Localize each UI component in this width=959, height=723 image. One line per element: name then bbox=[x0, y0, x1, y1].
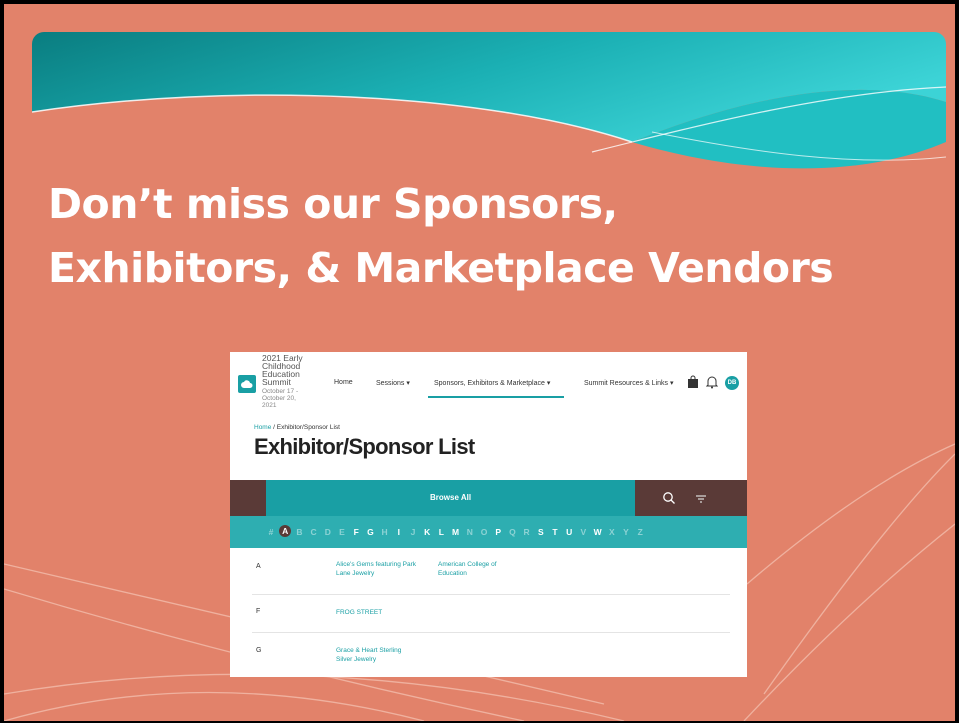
alphabet-letter-u[interactable]: U bbox=[564, 527, 574, 537]
list-item-link[interactable]: Alice's Gems featuring Park Lane Jewelry bbox=[336, 560, 416, 578]
slide: Don’t miss our Sponsors, Exhibitors, & M… bbox=[4, 4, 955, 721]
header-banner bbox=[32, 32, 946, 169]
headline-line-2: Exhibitors, & Marketplace Vendors bbox=[48, 244, 834, 292]
nav-home[interactable]: Home bbox=[334, 379, 353, 386]
browse-bar: Browse All bbox=[230, 480, 747, 516]
nav-sessions[interactable]: Sessions ▾ bbox=[376, 379, 410, 387]
list-item-link[interactable]: FROG STREET bbox=[336, 608, 426, 617]
alphabet-letter-c[interactable]: C bbox=[309, 527, 319, 537]
group-letter: G bbox=[256, 647, 262, 654]
alphabet-letter-s[interactable]: S bbox=[536, 527, 546, 537]
nav-active-indicator bbox=[428, 396, 564, 398]
alphabet-letter-v[interactable]: V bbox=[578, 527, 588, 537]
alphabet-letter-q[interactable]: Q bbox=[507, 527, 517, 537]
slide-headline: Don’t miss our Sponsors, Exhibitors, & M… bbox=[48, 172, 938, 300]
alphabet-letter-e[interactable]: E bbox=[337, 527, 347, 537]
breadcrumb-current: Exhibitor/Sponsor List bbox=[276, 424, 340, 431]
site-logo[interactable] bbox=[238, 375, 256, 393]
list-item-link[interactable]: Grace & Heart Sterling Silver Jewelry bbox=[336, 646, 416, 664]
alphabet-letter-b[interactable]: B bbox=[294, 527, 304, 537]
site-top-nav: 2021 Early Childhood Education Summit Oc… bbox=[230, 352, 747, 412]
alphabet-letter-t[interactable]: T bbox=[550, 527, 560, 537]
nav-resources[interactable]: Summit Resources & Links ▾ bbox=[584, 379, 674, 387]
alphabet-letter-x[interactable]: X bbox=[607, 527, 617, 537]
alphabet-letter-g[interactable]: G bbox=[365, 527, 375, 537]
list-group-a: A Alice's Gems featuring Park Lane Jewel… bbox=[252, 548, 730, 595]
breadcrumb: Home / Exhibitor/Sponsor List bbox=[254, 424, 340, 431]
alphabet-letter-o[interactable]: O bbox=[479, 527, 489, 537]
alphabet-letter-i[interactable]: I bbox=[394, 527, 404, 537]
breadcrumb-home[interactable]: Home bbox=[254, 424, 271, 431]
browse-all-tab[interactable]: Browse All bbox=[430, 493, 471, 502]
alphabet-letter-l[interactable]: L bbox=[436, 527, 446, 537]
alphabet-letter-n[interactable]: N bbox=[465, 527, 475, 537]
list-group-g: G Grace & Heart Sterling Silver Jewelry bbox=[252, 632, 730, 677]
browse-bar-left-block bbox=[230, 480, 266, 516]
event-dates: October 17 - October 20, 2021 bbox=[262, 388, 299, 409]
cloud-icon bbox=[241, 380, 253, 388]
alphabet-letter-hash[interactable]: # bbox=[266, 527, 276, 537]
alphabet-letter-d[interactable]: D bbox=[323, 527, 333, 537]
list-group-f: F FROG STREET bbox=[252, 594, 730, 633]
alphabet-letter-k[interactable]: K bbox=[422, 527, 432, 537]
alphabet-letter-h[interactable]: H bbox=[380, 527, 390, 537]
alphabet-letter-p[interactable]: P bbox=[493, 527, 503, 537]
alphabet-letter-w[interactable]: W bbox=[593, 527, 603, 537]
headline-line-1: Don’t miss our Sponsors, bbox=[48, 180, 618, 228]
alphabet-letter-a[interactable]: A bbox=[279, 525, 292, 537]
alphabet-filter: # A B C D E F G H I J K L M N O P Q R S T U V W X Y Z bbox=[230, 516, 747, 548]
user-avatar[interactable]: DB bbox=[725, 376, 739, 390]
browse-bar-tools bbox=[635, 480, 747, 516]
group-letter: A bbox=[256, 563, 261, 570]
alphabet-letter-y[interactable]: Y bbox=[621, 527, 631, 537]
nav-sponsors[interactable]: Sponsors, Exhibitors & Marketplace ▾ bbox=[434, 379, 550, 387]
bag-icon[interactable] bbox=[687, 375, 699, 389]
bell-icon[interactable] bbox=[706, 375, 718, 389]
group-letter: F bbox=[256, 608, 261, 615]
alphabet-letter-f[interactable]: F bbox=[351, 527, 361, 537]
alphabet-letter-z[interactable]: Z bbox=[635, 527, 645, 537]
alphabet-letter-r[interactable]: R bbox=[522, 527, 532, 537]
website-screenshot: 2021 Early Childhood Education Summit Oc… bbox=[230, 352, 747, 677]
search-icon[interactable] bbox=[662, 491, 676, 505]
page-title: Exhibitor/Sponsor List bbox=[254, 434, 475, 459]
filter-icon[interactable] bbox=[696, 495, 706, 503]
alphabet-letter-j[interactable]: J bbox=[408, 527, 418, 537]
alphabet-letter-m[interactable]: M bbox=[451, 527, 461, 537]
list-item-link[interactable]: American College of Education bbox=[438, 560, 518, 578]
event-title: 2021 Early Childhood Education Summit bbox=[262, 353, 303, 387]
